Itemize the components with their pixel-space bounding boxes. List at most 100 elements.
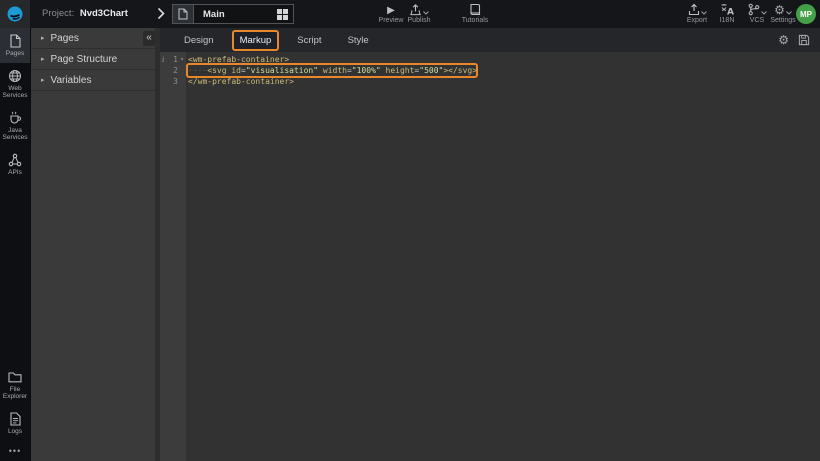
chevron-down-icon [786,11,792,15]
panel-section-label: Pages [51,33,79,44]
code-token-val: "500" [419,66,443,75]
book-icon [469,3,481,16]
code-token-attr: id [227,66,241,75]
page-tab-label: Main [194,9,277,20]
export-button[interactable]: Export [680,3,714,24]
gutter-line[interactable]: i1▾ [160,54,186,65]
section-arrow-icon: ▸ [41,34,45,42]
code-token-val: "100%" [352,66,381,75]
save-icon[interactable] [798,34,810,46]
i18n-button[interactable]: A I18N [710,3,744,24]
panel-section-variables[interactable]: ▸ Variables [31,70,160,91]
rail-label-file-explorer: File Explorer [1,386,29,401]
globe-icon [8,69,22,83]
tutorials-label: Tutorials [462,17,489,24]
rail-item-web-services[interactable]: Web Services [0,63,30,105]
folder-icon [8,370,22,384]
wavemaker-logo-icon [6,5,24,23]
code-line[interactable]: ····<svg id="visualisation" width="100%"… [188,65,820,76]
tab-design[interactable]: Design [176,30,222,51]
tab-markup[interactable]: Markup [232,30,280,51]
preview-label: Preview [379,17,404,24]
api-nodes-icon [8,153,22,167]
code-token-tag: <svg [207,66,226,75]
gutter: i1▾2 3 [160,52,186,461]
line-number: 1 [168,55,178,64]
pages-icon [9,34,21,48]
chevron-down-icon [423,11,429,15]
i18n-translate-icon: A [720,3,734,16]
code-token-tag: ></svg> [443,66,477,75]
publish-label: Publish [408,17,431,24]
publish-icon [409,3,422,16]
wavemaker-logo[interactable] [0,0,30,28]
git-branch-icon [747,3,760,16]
rail-label-java-services: Java Services [1,127,29,142]
tab-script[interactable]: Script [289,30,329,51]
publish-button[interactable]: Publish [402,3,436,24]
panel-section-page-structure[interactable]: ▸ Page Structure [31,49,160,70]
rail-item-more[interactable]: ••• [0,440,30,461]
export-label: Export [687,17,707,24]
code-token-attr: height [381,66,415,75]
rail-label-apis: APIs [8,169,22,177]
code-token-val: "visualisation" [246,66,318,75]
project-label: Project: [42,8,74,19]
code-lines[interactable]: <wm-prefab-container>····<svg id="visual… [186,52,820,461]
export-icon [688,3,700,16]
code-token-tag: <wm-prefab-container> [188,55,289,64]
editor-column: Design Markup Script Style ⚙ i1▾2 3 <wm-p… [160,28,820,461]
gutter-line[interactable]: 2 [160,65,186,76]
section-arrow-icon: ▸ [41,76,45,84]
left-panel: « ▸ Pages ▸ Page Structure ▸ Variables [30,28,160,461]
rail-label-logs: Logs [8,428,22,436]
left-icon-rail: Pages Web Services Java Services APIs [0,28,30,461]
gutter-line[interactable]: 3 [160,76,186,87]
rail-item-logs[interactable]: Logs [0,406,30,441]
rail-spacer [0,181,30,364]
code-token-indent: ···· [188,66,207,75]
code-token-attr: width [318,66,347,75]
gear-icon: ⚙ [774,4,785,16]
i18n-label: I18N [720,17,735,24]
rail-item-pages[interactable]: Pages [0,28,30,63]
chevron-right-icon[interactable] [157,7,165,20]
panel-section-label: Variables [51,75,92,86]
tab-style[interactable]: Style [340,30,377,51]
settings-button[interactable]: ⚙ Settings [766,3,800,24]
wavemaker-studio-window: Project: Nvd3Chart Main ▶ Preview [0,0,820,461]
grid-view-icon[interactable] [277,9,288,20]
project-name: Nvd3Chart [80,8,128,19]
tabbar-actions: ⚙ [778,34,810,46]
code-editor[interactable]: i1▾2 3 <wm-prefab-container>····<svg id="… [160,52,820,461]
page-tab-main[interactable]: Main [172,4,294,24]
top-bar: Project: Nvd3Chart Main ▶ Preview [0,0,820,28]
rail-item-apis[interactable]: APIs [0,147,30,182]
code-line[interactable]: </wm-prefab-container> [188,76,820,87]
fold-caret-icon[interactable]: ▾ [178,56,186,63]
markup-settings-gear-icon[interactable]: ⚙ [778,34,789,46]
tutorials-button[interactable]: Tutorials [458,3,492,24]
line-number: 3 [168,77,178,86]
code-token-tag: </wm-prefab-container> [188,77,294,86]
panel-collapse-button[interactable]: « [143,31,155,46]
more-ellipsis-icon: ••• [9,446,21,456]
project-breadcrumb: Project: Nvd3Chart [42,0,128,28]
user-avatar[interactable]: MP [796,4,816,24]
svg-text:A: A [727,8,734,17]
rail-label-pages: Pages [6,50,24,58]
play-icon: ▶ [387,3,395,16]
coffee-cup-icon [8,111,22,125]
line-number: 2 [168,66,178,75]
logs-document-icon [9,412,21,426]
rail-item-java-services[interactable]: Java Services [0,105,30,147]
editor-tab-bar: Design Markup Script Style ⚙ [160,28,820,52]
section-arrow-icon: ▸ [41,55,45,63]
chevron-down-icon [701,11,707,15]
code-line[interactable]: <wm-prefab-container> [188,54,820,65]
panel-section-pages[interactable]: ▸ Pages [31,28,160,49]
panel-section-label: Page Structure [51,54,118,65]
rail-item-file-explorer[interactable]: File Explorer [0,364,30,406]
vcs-label: VCS [750,17,764,24]
rail-label-web-services: Web Services [1,85,29,100]
